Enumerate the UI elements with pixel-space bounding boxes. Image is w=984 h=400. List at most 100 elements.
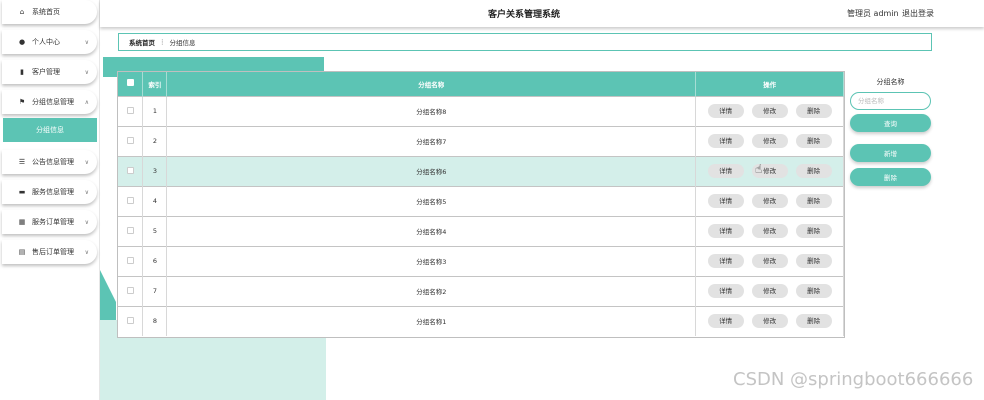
edit-button[interactable]: 修改 [751,104,788,118]
row-actions: 详情 修改 删除 [695,305,844,336]
row-checkbox[interactable] [126,136,134,144]
mouse-cursor-icon: ☝ [755,162,763,176]
edit-button[interactable]: 修改 [751,314,788,329]
search-input[interactable] [850,92,931,110]
sidebar-subitem-group-info[interactable]: 分组信息 [3,118,97,142]
detail-button[interactable]: 详情 [707,224,744,238]
delete-button[interactable]: 删除 [795,284,832,298]
sidebar-item-label: 服务信息管理 [32,188,74,196]
sidebar-item-label: 公告信息管理 [32,158,74,166]
chevron-up-icon: ∧ [84,98,89,106]
sidebar-item-home[interactable]: ⌂ 系统首页 [2,0,97,24]
person-icon: ● [18,38,26,46]
delete-button[interactable]: 删除 [795,224,832,238]
detail-button[interactable]: 详情 [707,284,744,298]
table-row: 2 分组名称7 详情 修改 删除 [118,125,844,156]
flag-icon: ⚑ [18,98,26,106]
row-select-cell [118,215,144,246]
row-checkbox[interactable] [126,256,134,264]
detail-button[interactable]: 详情 [707,104,744,118]
chevron-down-icon: ∨ [84,188,89,196]
add-button[interactable]: 新增 [850,144,931,162]
row-select-cell [118,275,144,306]
delete-button[interactable]: 删除 [795,314,832,329]
logout-link[interactable]: 退出登录 [902,8,934,19]
row-actions: 详情 修改 删除 [695,215,844,246]
detail-button[interactable]: 详情 [707,194,744,208]
batch-delete-button[interactable]: 删除 [850,168,931,186]
row-group-name: 分组名称3 [166,245,697,276]
detail-button[interactable]: 详情 [707,254,744,268]
row-select-cell [118,305,144,336]
top-header: 客户关系管理系统 管理员 admin 退出登录 [100,0,984,27]
column-header-index: 索引 [142,72,168,96]
table-row: 1 分组名称8 详情 修改 删除 [118,95,844,126]
row-checkbox[interactable] [126,196,134,204]
sidebar-item-label: 服务订单管理 [32,218,74,226]
column-header-actions: 操作 [695,72,844,96]
row-actions: 详情 修改 删除 [695,245,844,276]
sidebar-item-customers[interactable]: ▮ 客户管理 ∨ [2,60,97,84]
row-actions: 详情 修改 删除 [695,125,844,156]
edit-button[interactable]: 修改 [751,194,788,208]
list-icon: ☰ [18,158,26,166]
sidebar-item-services[interactable]: ▬ 服务信息管理 ∨ [2,180,97,204]
row-checkbox[interactable] [126,286,134,294]
sidebar-item-service-orders[interactable]: ▦ 服务订单管理 ∨ [2,210,97,234]
app-title: 客户关系管理系统 [488,10,561,20]
table-row: 6 分组名称3 详情 修改 删除 [118,245,844,276]
select-all-cell [118,72,144,96]
detail-button[interactable]: 详情 [707,164,744,178]
row-checkbox[interactable] [126,316,134,324]
detail-button[interactable]: 详情 [707,314,744,329]
sidebar-item-label: 系统首页 [32,8,60,16]
row-group-name: 分组名称4 [166,215,697,246]
row-index: 2 [142,125,168,156]
query-button[interactable]: 查询 [850,114,931,132]
home-icon: ⌂ [19,8,25,16]
table-row: 3 分组名称6 详情 修改 删除 [118,155,844,186]
edit-button[interactable]: 修改 [751,254,788,268]
row-index: 3 [142,155,168,186]
table-row: 7 分组名称2 详情 修改 删除 [118,275,844,306]
delete-button[interactable]: 删除 [795,134,832,148]
delete-button[interactable]: 删除 [795,164,832,178]
delete-button[interactable]: 删除 [795,194,832,208]
chevron-down-icon: ∨ [84,158,89,166]
sidebar: ⌂ 系统首页 ● 个人中心 ∨ ▮ 客户管理 ∨ ⚑ 分组信息管理 ∧ 分组信息… [0,0,100,400]
edit-button[interactable]: 修改 [751,284,788,298]
row-actions: 详情 修改 删除 [695,275,844,306]
sidebar-item-label: 分组信息管理 [32,98,74,106]
sidebar-item-groups[interactable]: ⚑ 分组信息管理 ∧ [2,90,97,114]
chevron-down-icon: ∨ [84,38,89,46]
grid-icon: ▦ [18,218,26,226]
row-checkbox[interactable] [126,166,134,174]
sidebar-item-label: 个人中心 [32,38,60,46]
delete-button[interactable]: 删除 [795,104,832,118]
delete-button[interactable]: 删除 [795,254,832,268]
row-checkbox[interactable] [126,106,134,114]
row-index: 8 [142,305,168,336]
row-index: 6 [142,245,168,276]
column-header-name: 分组名称 [166,72,697,96]
sidebar-item-label: 售后订单管理 [32,248,74,256]
box-icon: ▬ [18,188,26,196]
detail-button[interactable]: 详情 [707,134,744,148]
edit-button[interactable]: 修改 [751,134,788,148]
watermark: CSDN @springboot666666 [733,369,974,390]
sidebar-item-aftersales[interactable]: ▤ 售后订单管理 ∨ [2,240,97,264]
row-actions: 详情 修改 删除 [695,185,844,216]
row-select-cell [118,245,144,276]
row-index: 1 [142,95,168,126]
table-header-row: 索引 分组名称 操作 [118,72,844,96]
row-actions: 详情 修改 删除 [695,155,844,186]
breadcrumb: 系统首页 ⋮ 分组信息 [118,33,932,51]
row-index: 7 [142,275,168,306]
sidebar-item-notices[interactable]: ☰ 公告信息管理 ∨ [2,150,97,174]
row-select-cell [118,125,144,156]
select-all-checkbox[interactable] [126,79,134,87]
sidebar-item-profile[interactable]: ● 个人中心 ∨ [2,30,97,54]
edit-button[interactable]: 修改 [751,224,788,238]
breadcrumb-home[interactable]: 系统首页 [129,37,155,47]
row-checkbox[interactable] [126,226,134,234]
